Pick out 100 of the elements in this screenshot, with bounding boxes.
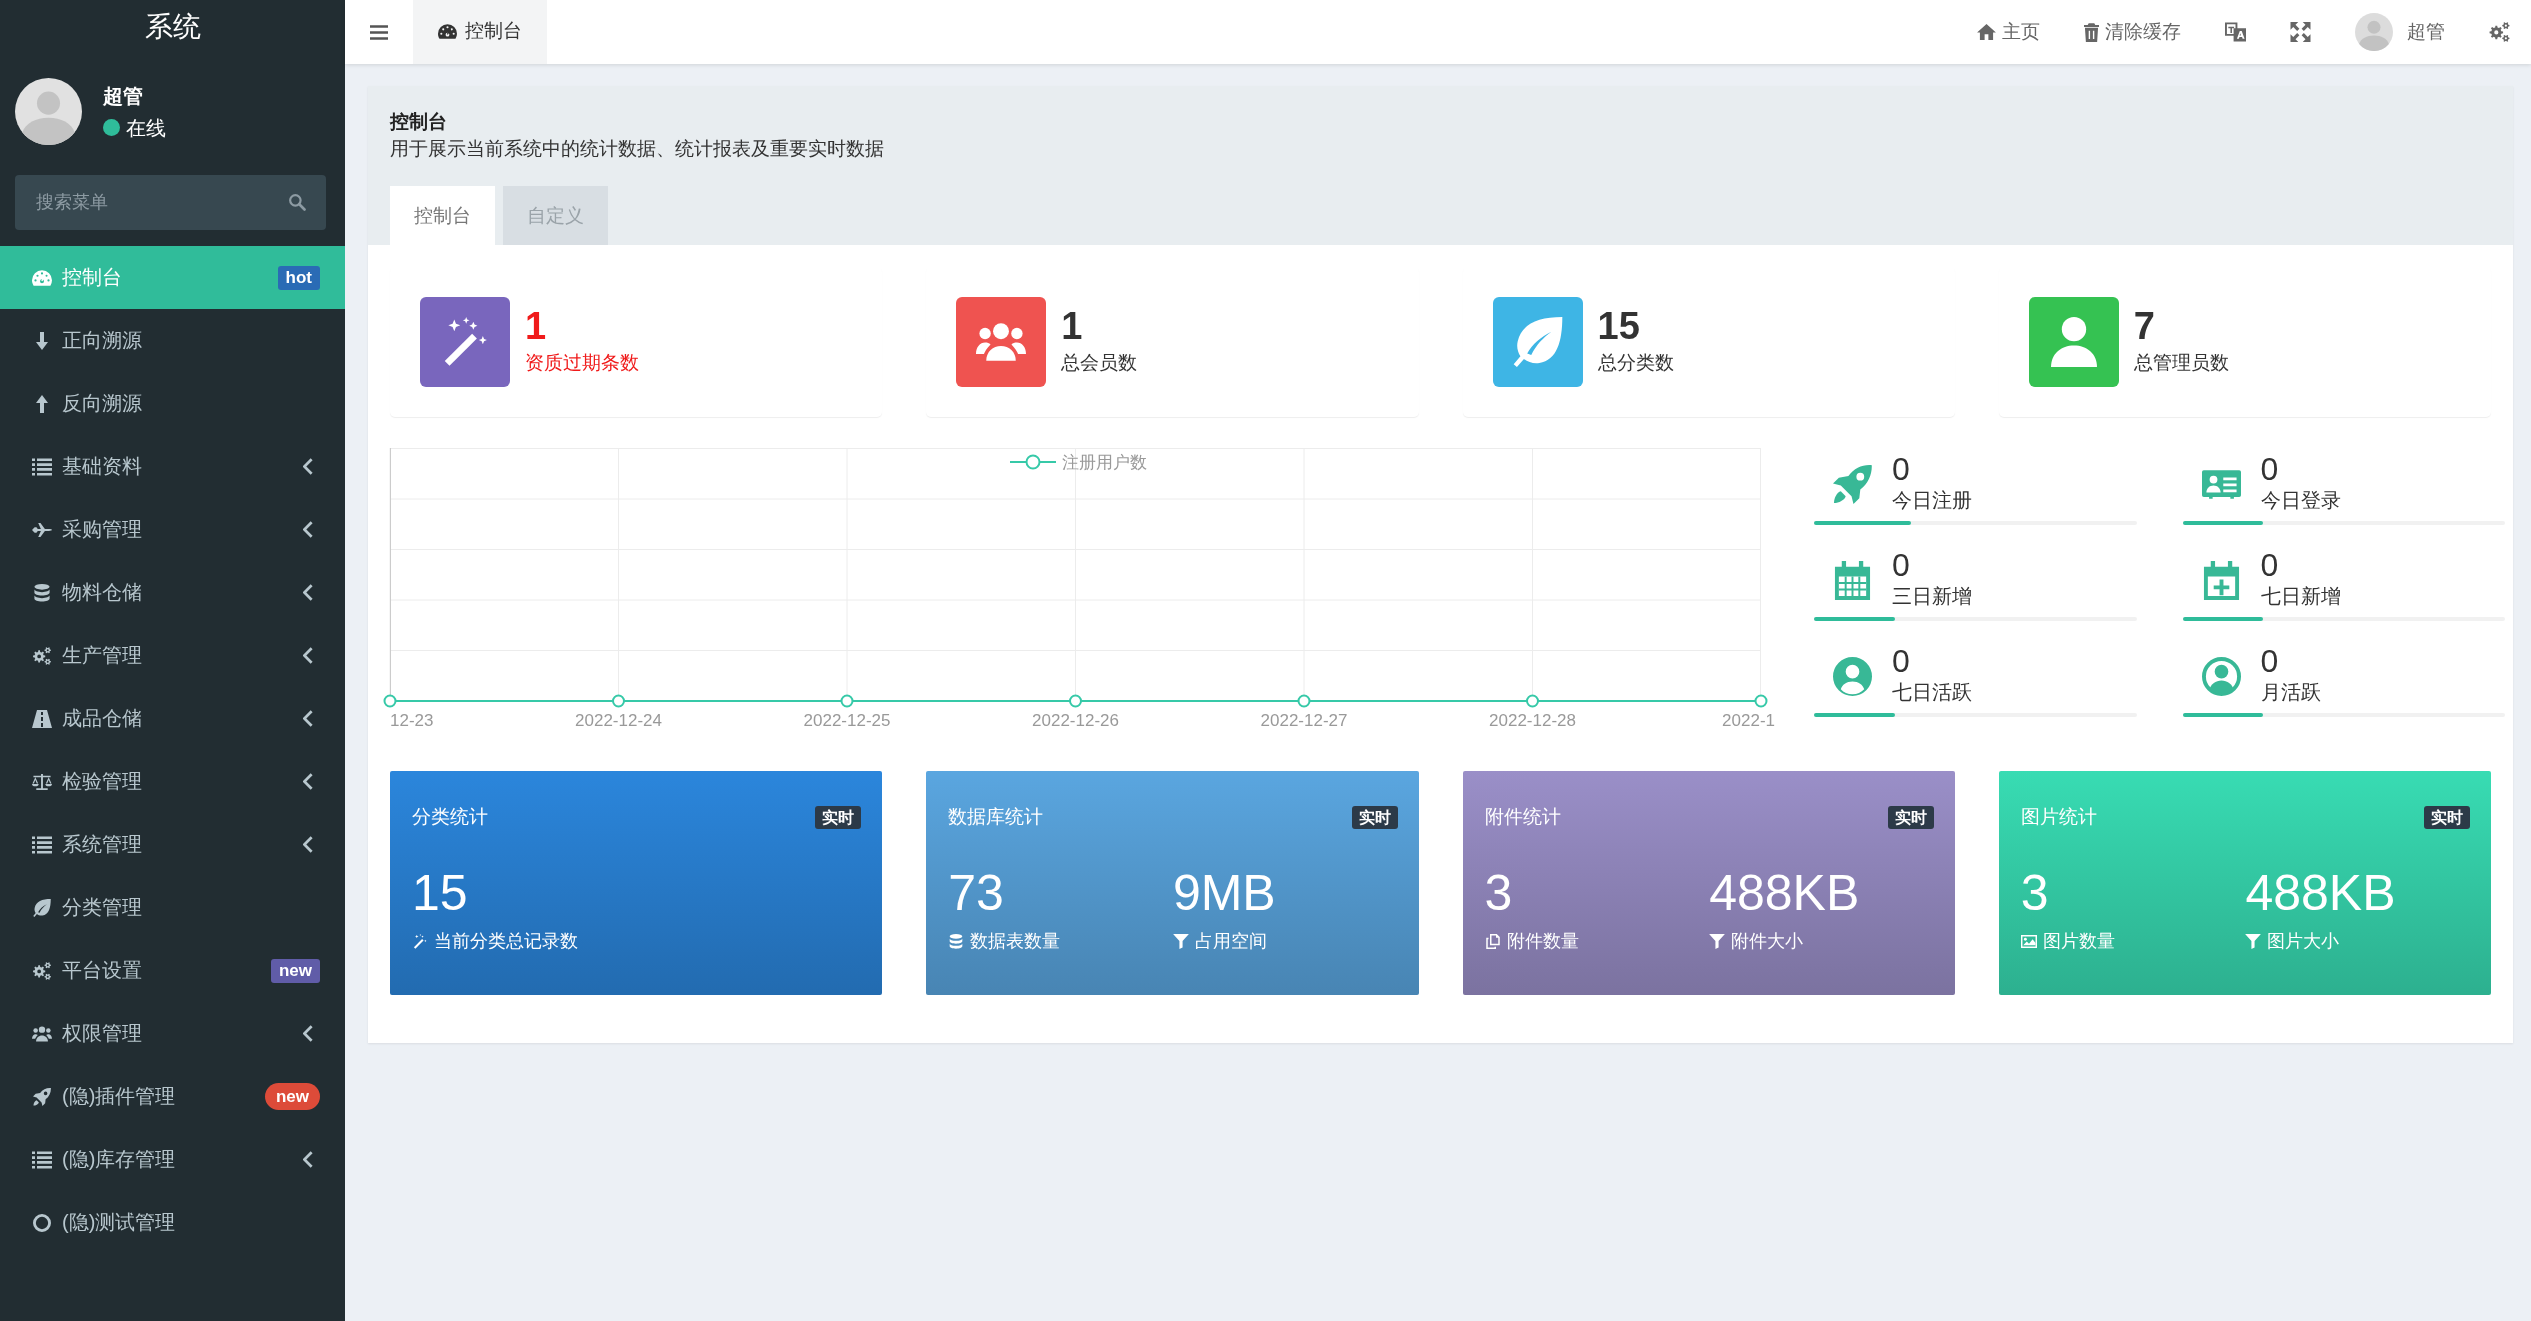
chevron-left-icon bbox=[303, 710, 313, 727]
balance-scale-icon bbox=[32, 772, 52, 791]
filter-icon bbox=[1709, 933, 1726, 949]
status-dot-icon bbox=[103, 119, 120, 136]
axis-label: 12-23 bbox=[390, 711, 434, 730]
live-badge: 实时 bbox=[1351, 805, 1398, 829]
user-status: 在线 bbox=[126, 115, 166, 141]
stat-label: 总会员数 bbox=[1061, 351, 1138, 375]
stat-value: 0 bbox=[1892, 549, 1911, 581]
chevron-left-icon bbox=[303, 521, 313, 538]
metric-label: 当前分类总记录数 bbox=[434, 930, 578, 953]
fullscreen-icon[interactable] bbox=[2290, 22, 2311, 42]
metric-value: 3 bbox=[1484, 864, 1514, 923]
metric-value: 3 bbox=[2020, 864, 2050, 923]
chevron-left-icon bbox=[303, 773, 313, 790]
filter-icon bbox=[1172, 933, 1189, 949]
axis-label: 2022-12-28 bbox=[1489, 711, 1576, 730]
metric-label: 图片大小 bbox=[2267, 930, 2340, 953]
trash-icon bbox=[2084, 22, 2099, 42]
calendar-icon bbox=[1833, 560, 1872, 600]
database-icon bbox=[32, 583, 52, 602]
settings-icon[interactable] bbox=[2489, 22, 2510, 42]
stat-label: 今日注册 bbox=[1892, 488, 1972, 513]
axis-label: 2022-12-25 bbox=[803, 711, 891, 730]
chevron-left-icon bbox=[303, 836, 313, 853]
nav-link[interactable]: 清除缓存 bbox=[2084, 19, 2181, 45]
data-point bbox=[840, 694, 854, 708]
sidebar-item[interactable]: 控制台 hot bbox=[0, 246, 345, 309]
data-point bbox=[1297, 694, 1311, 708]
stat-value: 0 bbox=[1892, 645, 1911, 677]
dashboard-icon bbox=[32, 268, 52, 287]
page-title: 控制台 bbox=[390, 110, 448, 134]
user-menu[interactable]: 超管 bbox=[2355, 13, 2445, 51]
leaf-icon bbox=[32, 898, 52, 917]
nav-link[interactable]: 主页 bbox=[1977, 19, 2040, 45]
app-title: 系统 bbox=[143, 10, 202, 44]
stat-label: 月活跃 bbox=[2260, 680, 2321, 705]
menu-badge: new bbox=[270, 958, 320, 983]
search-icon[interactable] bbox=[289, 194, 306, 211]
menu-icon bbox=[370, 24, 388, 40]
tab[interactable]: 控制台 bbox=[413, 0, 547, 64]
stat-value: 1 bbox=[525, 307, 548, 345]
live-badge: 实时 bbox=[1887, 805, 1934, 829]
avatar-icon bbox=[15, 78, 82, 145]
stat-value: 0 bbox=[2260, 645, 2280, 677]
chevron-left-icon bbox=[303, 1025, 313, 1042]
metric-value: 73 bbox=[948, 864, 1005, 923]
stat-value: 0 bbox=[2260, 453, 2280, 485]
language-icon[interactable] bbox=[2225, 22, 2246, 42]
metric-value: 15 bbox=[412, 864, 469, 923]
menu-badge: new bbox=[264, 1083, 320, 1110]
stat-value: 7 bbox=[2133, 307, 2156, 345]
stat-value: 15 bbox=[1597, 307, 1641, 345]
plane-icon bbox=[32, 520, 52, 539]
gears-icon bbox=[32, 646, 52, 665]
metric-label: 附件大小 bbox=[1731, 930, 1804, 953]
live-badge: 实时 bbox=[2424, 805, 2470, 829]
stat-label: 今日登录 bbox=[2260, 488, 2341, 513]
stat-label: 七日新增 bbox=[2260, 584, 2341, 609]
chevron-left-icon bbox=[303, 1151, 313, 1168]
metric-value: 488KB bbox=[2245, 864, 2397, 923]
calendar-plus-icon bbox=[2201, 560, 2241, 600]
tab[interactable]: 控制台 bbox=[390, 186, 495, 245]
stat-label: 总分类数 bbox=[1597, 351, 1674, 375]
magic-wand-icon bbox=[412, 933, 428, 949]
data-point bbox=[612, 694, 625, 708]
stat-value: 1 bbox=[1061, 307, 1084, 345]
data-point bbox=[1754, 694, 1768, 708]
home-icon bbox=[1977, 24, 1996, 40]
search-field[interactable]: 搜索菜单 bbox=[15, 175, 326, 230]
image-icon bbox=[2020, 933, 2037, 949]
metric-value: 488KB bbox=[1709, 864, 1861, 923]
stat-label: 总管理员数 bbox=[2133, 351, 2229, 375]
metric-label: 附件数量 bbox=[1506, 930, 1579, 953]
metric-value: 9MB bbox=[1172, 864, 1277, 923]
axis-label: 2022-1 bbox=[1722, 711, 1775, 730]
stat-label: 七日活跃 bbox=[1892, 680, 1972, 705]
card-title: 分类统计 bbox=[412, 805, 488, 829]
chevron-left-icon bbox=[303, 647, 313, 664]
chevron-left-icon bbox=[303, 584, 313, 601]
files-icon bbox=[1484, 933, 1501, 949]
avatar-icon bbox=[2355, 13, 2393, 51]
axis-label: 2022-12-24 bbox=[575, 711, 662, 730]
metric-label: 占用空间 bbox=[1194, 930, 1267, 953]
data-point bbox=[1069, 694, 1082, 708]
live-badge: 实时 bbox=[815, 805, 862, 829]
user-circle-outline-icon bbox=[2201, 656, 2241, 696]
list-icon bbox=[32, 457, 52, 476]
database-icon bbox=[948, 933, 965, 949]
list-icon bbox=[32, 835, 52, 854]
axis-label: 2022-12-26 bbox=[1032, 711, 1119, 730]
stat-label: 三日新增 bbox=[1892, 584, 1972, 609]
card-title: 图片统计 bbox=[2020, 805, 2097, 829]
road-icon bbox=[32, 709, 52, 728]
chevron-left-icon bbox=[303, 458, 313, 475]
menu-badge: hot bbox=[277, 265, 320, 290]
list-icon bbox=[32, 1150, 52, 1169]
page-description: 用于展示当前系统中的统计数据、统计报表及重要实时数据 bbox=[390, 137, 885, 161]
gears-icon bbox=[32, 961, 52, 980]
dashboard-icon bbox=[438, 23, 457, 39]
